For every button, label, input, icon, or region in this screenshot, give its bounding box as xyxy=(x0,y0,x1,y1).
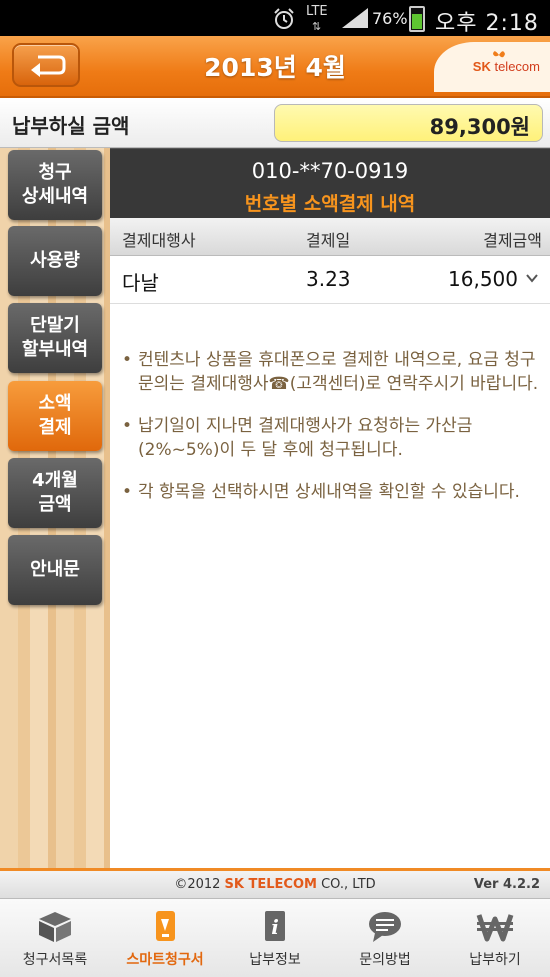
network-type: LTE xyxy=(306,4,328,19)
won-icon xyxy=(476,914,514,942)
tab-label: 납부정보 xyxy=(249,952,301,968)
tab-payment-info[interactable]: i 납부정보 xyxy=(220,899,330,977)
sidebar-item-label: 결제 xyxy=(38,417,72,438)
tab-smart-bill[interactable]: 스마트청구서 xyxy=(110,899,220,977)
sidebar-item-label: 상세내역 xyxy=(21,186,89,207)
notice-item: 납기일이 지나면 결제대행사가 요청하는 가산금(2%~5%)이 두 달 후에 … xyxy=(122,414,542,462)
sidebar-item-bill-details[interactable]: 청구상세내역 xyxy=(8,150,102,220)
chevron-down-icon[interactable] xyxy=(526,268,538,287)
sk-telecom-logo: SK telecom xyxy=(434,42,550,92)
sidebar-item-installment[interactable]: 단말기할부내역 xyxy=(8,303,102,373)
bottom-tab-bar: 청구서목록 스마트청구서 i 납부정보 문의방법 납부하기 xyxy=(0,898,550,977)
copyright-prefix: ©2012 xyxy=(174,877,225,892)
alarm-clock-icon xyxy=(272,7,296,36)
notice-list: 컨텐츠나 상품을 휴대폰으로 결제한 내역으로, 요금 청구 문의는 결제대행사… xyxy=(122,348,542,522)
sidebar-item-label: 4개월 xyxy=(32,470,78,491)
tab-label: 문의방법 xyxy=(359,952,411,968)
tab-label: 납부하기 xyxy=(469,952,521,968)
detail-subtitle: 번호별 소액결제 내역 xyxy=(244,193,416,215)
tab-label: 청구서목록 xyxy=(22,952,88,968)
sidebar-item-notice[interactable]: 안내문 xyxy=(8,535,102,605)
sidebar-item-label: 단말기 xyxy=(30,315,80,336)
table-header: 결제대행사 결제일 결제금액 xyxy=(110,218,550,256)
column-header-amount: 결제금액 xyxy=(483,231,542,250)
sidebar-item-label: 할부내역 xyxy=(21,339,89,360)
tab-label: 스마트청구서 xyxy=(126,952,204,968)
tab-pay[interactable]: 납부하기 xyxy=(440,899,550,977)
copyright-suffix: CO., LTD xyxy=(316,877,376,892)
amount-value: 89,300원 xyxy=(429,115,530,139)
sidebar-item-label: 안내문 xyxy=(30,559,80,580)
sidebar-item-label: 청구 xyxy=(38,162,72,183)
phone-number: 010-**70-0919 xyxy=(251,159,409,183)
app-version: Ver 4.2.2 xyxy=(473,877,540,892)
tab-bill-list[interactable]: 청구서목록 xyxy=(0,899,110,977)
sidebar-item-4month-amount[interactable]: 4개월금액 xyxy=(8,458,102,528)
footer: ©2012 SK TELECOM CO., LTD Ver 4.2.2 xyxy=(0,868,550,898)
battery-icon xyxy=(409,6,425,32)
smart-bill-icon xyxy=(156,911,175,941)
info-icon: i xyxy=(265,911,285,941)
copyright-brand: SK TELECOM xyxy=(224,877,317,892)
data-arrows-icon: ⇅ xyxy=(312,20,322,33)
amount-bar: 납부하실 금액 89,300원 xyxy=(0,98,550,148)
speech-bubble-icon xyxy=(369,912,401,942)
amount-label: 납부하실 금액 xyxy=(12,114,130,138)
back-button[interactable] xyxy=(12,43,80,87)
detail-header: 010-**70-0919 번호별 소액결제 내역 xyxy=(110,148,550,218)
signal-strength-icon xyxy=(340,6,370,35)
row-agent: 다날 xyxy=(122,271,159,295)
table-row[interactable]: 다날 3.23 16,500 xyxy=(110,256,550,304)
header-bar: 2013년 4월 SK telecom xyxy=(0,36,550,98)
sidebar-item-label: 사용량 xyxy=(30,250,80,271)
sidebar: 청구상세내역 사용량 단말기할부내역 소액결제 4개월금액 안내문 xyxy=(0,148,110,868)
clock-ampm: 오후 xyxy=(435,11,478,36)
sidebar-item-micropayment[interactable]: 소액결제 xyxy=(8,381,102,451)
battery-percent: 76% xyxy=(372,9,408,28)
notice-item: 컨텐츠나 상품을 휴대폰으로 결제한 내역으로, 요금 청구 문의는 결제대행사… xyxy=(122,348,542,396)
content-panel: 010-**70-0919 번호별 소액결제 내역 결제대행사 결제일 결제금액… xyxy=(110,148,550,868)
clock: 오후 2:18 xyxy=(435,5,539,37)
notice-item: 각 항목을 선택하시면 상세내역을 확인할 수 있습니다. xyxy=(122,480,542,504)
svg-text:i: i xyxy=(271,915,279,939)
sidebar-item-label: 금액 xyxy=(38,494,72,515)
column-header-date: 결제일 xyxy=(306,231,351,250)
brand-sk: SK xyxy=(472,59,491,74)
page-title: 2013년 4월 xyxy=(204,53,346,82)
row-amount: 16,500 xyxy=(448,267,518,291)
box-icon xyxy=(39,912,71,942)
clock-time: 2:18 xyxy=(485,11,539,36)
brand-telecom: telecom xyxy=(494,59,540,74)
row-date: 3.23 xyxy=(306,267,351,291)
column-header-agent: 결제대행사 xyxy=(122,231,196,250)
tab-inquiry[interactable]: 문의방법 xyxy=(330,899,440,977)
status-bar: LTE ⇅ 76% 오후 2:18 xyxy=(0,0,550,36)
sidebar-item-usage[interactable]: 사용량 xyxy=(8,226,102,296)
sidebar-item-label: 소액 xyxy=(38,393,72,414)
back-arrow-icon xyxy=(31,55,66,77)
copyright: ©2012 SK TELECOM CO., LTD xyxy=(0,877,550,892)
amount-box: 89,300원 xyxy=(274,104,543,142)
